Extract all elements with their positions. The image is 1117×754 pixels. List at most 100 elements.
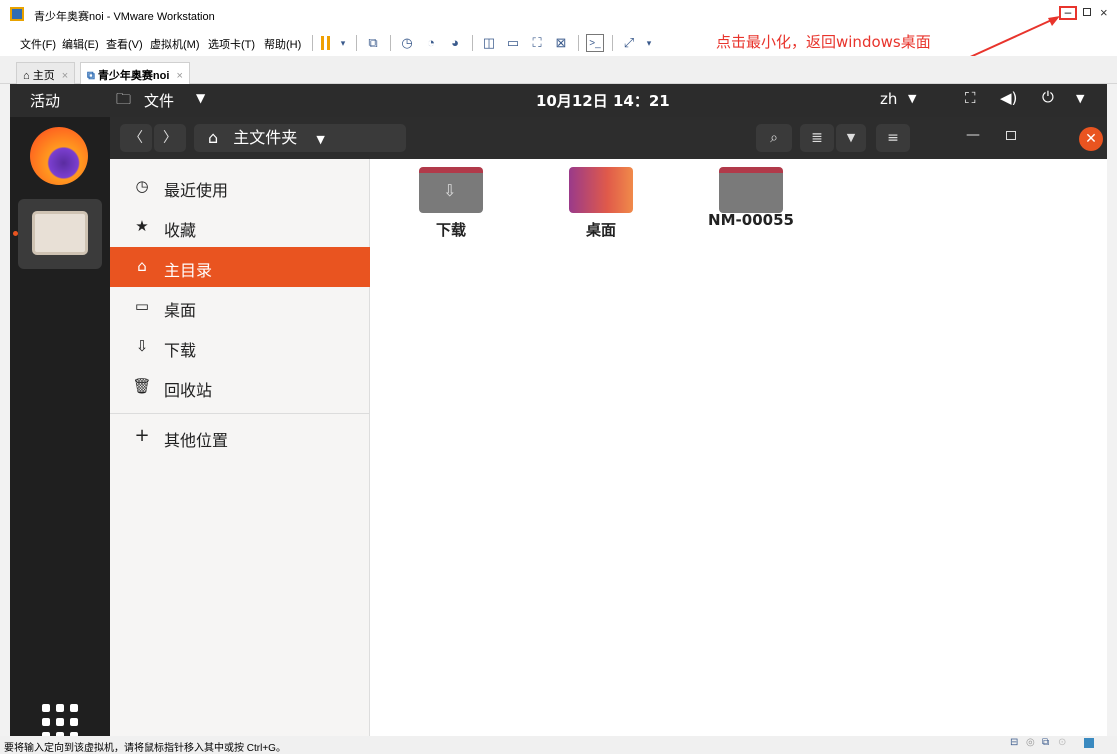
activities-button[interactable]: 活动 [30, 90, 60, 111]
snapshot-revert-icon[interactable]: ◔ [422, 34, 440, 52]
menubar: 文件(F) 编辑(E) 查看(V) 虚拟机(M) 选项卡(T) 帮助(H) ▾ … [0, 30, 1117, 56]
app-menu-icon: 🗀 [116, 90, 132, 108]
sidebar-item-label: 其他位置 [164, 431, 229, 450]
sidebar-item-trash[interactable]: 🗑 回收站 [110, 367, 370, 407]
snapshot-manager-icon[interactable]: ◕ [446, 34, 464, 52]
sidebar-item-label: 回收站 [164, 381, 213, 400]
folder-icon [32, 211, 88, 255]
message-icon[interactable] [1084, 738, 1094, 748]
menu-button[interactable]: ≡ [876, 124, 910, 152]
show-apps-icon[interactable] [42, 704, 78, 736]
thumbnail-view-icon[interactable]: ▭ [504, 34, 522, 52]
send-ctrl-alt-del-icon[interactable]: ⧉ [364, 34, 382, 52]
menu-help[interactable]: 帮助(H) [264, 36, 301, 52]
chevron-down-icon: ▼ [908, 92, 917, 105]
stretch-icon[interactable]: ⤢ [620, 34, 638, 52]
search-button[interactable]: ⌕ [756, 124, 792, 152]
clock-icon: ◷ [135, 177, 149, 195]
close-icon[interactable]: × [62, 70, 68, 82]
sidebar-item-label: 下载 [164, 341, 197, 360]
sidebar-item-label: 主目录 [164, 261, 213, 280]
pause-icon[interactable] [320, 36, 332, 50]
toolbar-separator [578, 35, 579, 51]
files-app-active[interactable] [18, 199, 102, 269]
download-icon: ⇩ [135, 337, 149, 355]
network-icon[interactable]: ⛶ [965, 89, 976, 107]
vmware-logo-icon [10, 7, 24, 21]
view-options-button[interactable]: ▼ [836, 124, 866, 152]
chevron-down-icon: ▼ [1076, 92, 1085, 105]
sidebar-divider [110, 413, 370, 414]
vm-display[interactable]: 活动 🗀 文件 ▼ 10月12日 14：21 zh ▼ ⛶ ◀) ⏻ ▼ 〈 〉… [10, 84, 1107, 736]
files-header-bar: 〈 〉 ⌂ 主文件夹 ▼ ⌕ ≣ ▼ ≡ — ✕ [110, 117, 1107, 159]
view-list-button[interactable]: ≣ [800, 124, 834, 152]
home-icon: ⌂ [23, 70, 30, 82]
trash-icon: 🗑 [132, 377, 152, 395]
console-icon[interactable]: >_ [586, 34, 604, 52]
home-icon: ⌂ [137, 257, 147, 275]
sidebar-view-icon[interactable]: ◫ [480, 34, 498, 52]
file-item-downloads[interactable]: ⇩ 下载 [396, 167, 506, 240]
fullscreen-icon[interactable]: ⛶ [528, 34, 546, 52]
tab-label: 青少年奥赛noi [97, 70, 170, 82]
running-indicator [13, 231, 18, 236]
sidebar-item-desktop[interactable]: ▭ 桌面 [110, 287, 370, 327]
menu-vm[interactable]: 虚拟机(M) [150, 36, 200, 52]
tab-vm[interactable]: ⧉ 青少年奥赛noi × [80, 62, 190, 84]
download-folder-icon: ⇩ [419, 167, 483, 213]
power-icon[interactable]: ⏻ [1042, 88, 1054, 106]
sidebar-item-downloads[interactable]: ⇩ 下载 [110, 327, 370, 367]
firefox-icon[interactable] [30, 127, 88, 185]
file-name: 桌面 [585, 221, 616, 239]
window-title: 青少年奥赛noi - VMware Workstation [34, 11, 215, 23]
app-menu[interactable]: 文件 [144, 90, 174, 111]
close-icon[interactable]: × [176, 70, 182, 82]
plus-icon: + [134, 425, 150, 446]
home-icon: ⌂ [208, 128, 219, 147]
usb-icon[interactable]: ⊙ [1058, 737, 1066, 748]
tab-label: 主页 [32, 70, 55, 82]
sidebar-item-other-locations[interactable]: + 其他位置 [110, 417, 370, 457]
tab-home[interactable]: ⌂ 主页 × [16, 62, 76, 84]
file-item-desktop[interactable]: 桌面 [546, 167, 656, 240]
sidebar-item-home[interactable]: ⌂ 主目录 [110, 247, 370, 287]
dock [10, 117, 110, 736]
network-adapter-icon[interactable]: ⧉ [1042, 737, 1049, 748]
menu-edit[interactable]: 编辑(E) [62, 36, 99, 52]
tab-bar: ⌂ 主页 × ⧉ 青少年奥赛noi × [0, 56, 1117, 84]
annotation-text: 点击最小化，返回windows桌面 [716, 33, 931, 51]
window-close-button[interactable]: ✕ [1079, 127, 1103, 151]
menu-file[interactable]: 文件(F) [20, 36, 56, 52]
location-label: 主文件夹 [233, 128, 298, 147]
clock[interactable]: 10月12日 14：21 [536, 90, 670, 111]
ubuntu-top-bar: 活动 🗀 文件 ▼ 10月12日 14：21 zh ▼ ⛶ ◀) ⏻ ▼ [10, 84, 1107, 117]
close-button[interactable]: × [1100, 5, 1108, 20]
desktop-icon: ▭ [134, 297, 150, 315]
file-view[interactable]: ⇩ 下载 桌面 NM-00055 [371, 159, 1107, 736]
file-item-nm00055[interactable]: NM-00055 [696, 167, 806, 229]
toolbar-separator [390, 35, 391, 51]
language-indicator[interactable]: zh [880, 90, 897, 108]
window-minimize-button[interactable]: — [966, 127, 980, 143]
back-button[interactable]: 〈 [120, 124, 152, 152]
hdd-icon[interactable]: ⊟ [1010, 737, 1018, 748]
snapshot-icon[interactable]: ◷ [398, 34, 416, 52]
forward-button[interactable]: 〉 [154, 124, 186, 152]
menu-view[interactable]: 查看(V) [106, 36, 143, 52]
star-icon: ★ [135, 217, 149, 235]
sidebar-item-starred[interactable]: ★ 收藏 [110, 207, 370, 247]
dropdown-arrow-icon[interactable]: ▾ [334, 34, 352, 52]
window-restore-button[interactable] [1006, 131, 1016, 140]
location-bar[interactable]: ⌂ 主文件夹 ▼ [194, 124, 406, 152]
unity-icon[interactable]: ⊠ [552, 34, 570, 52]
volume-icon[interactable]: ◀) [1000, 89, 1017, 107]
folder-icon [719, 167, 783, 213]
dropdown-arrow-icon[interactable]: ▾ [640, 34, 658, 52]
sidebar-item-label: 最近使用 [164, 181, 229, 200]
chevron-down-icon: ▼ [316, 133, 325, 146]
cd-icon[interactable]: ◎ [1026, 737, 1035, 748]
sidebar-item-recent[interactable]: ◷ 最近使用 [110, 167, 370, 207]
menu-tabs[interactable]: 选项卡(T) [208, 36, 255, 52]
vm-icon: ⧉ [87, 70, 95, 82]
maximize-button[interactable] [1083, 8, 1091, 16]
